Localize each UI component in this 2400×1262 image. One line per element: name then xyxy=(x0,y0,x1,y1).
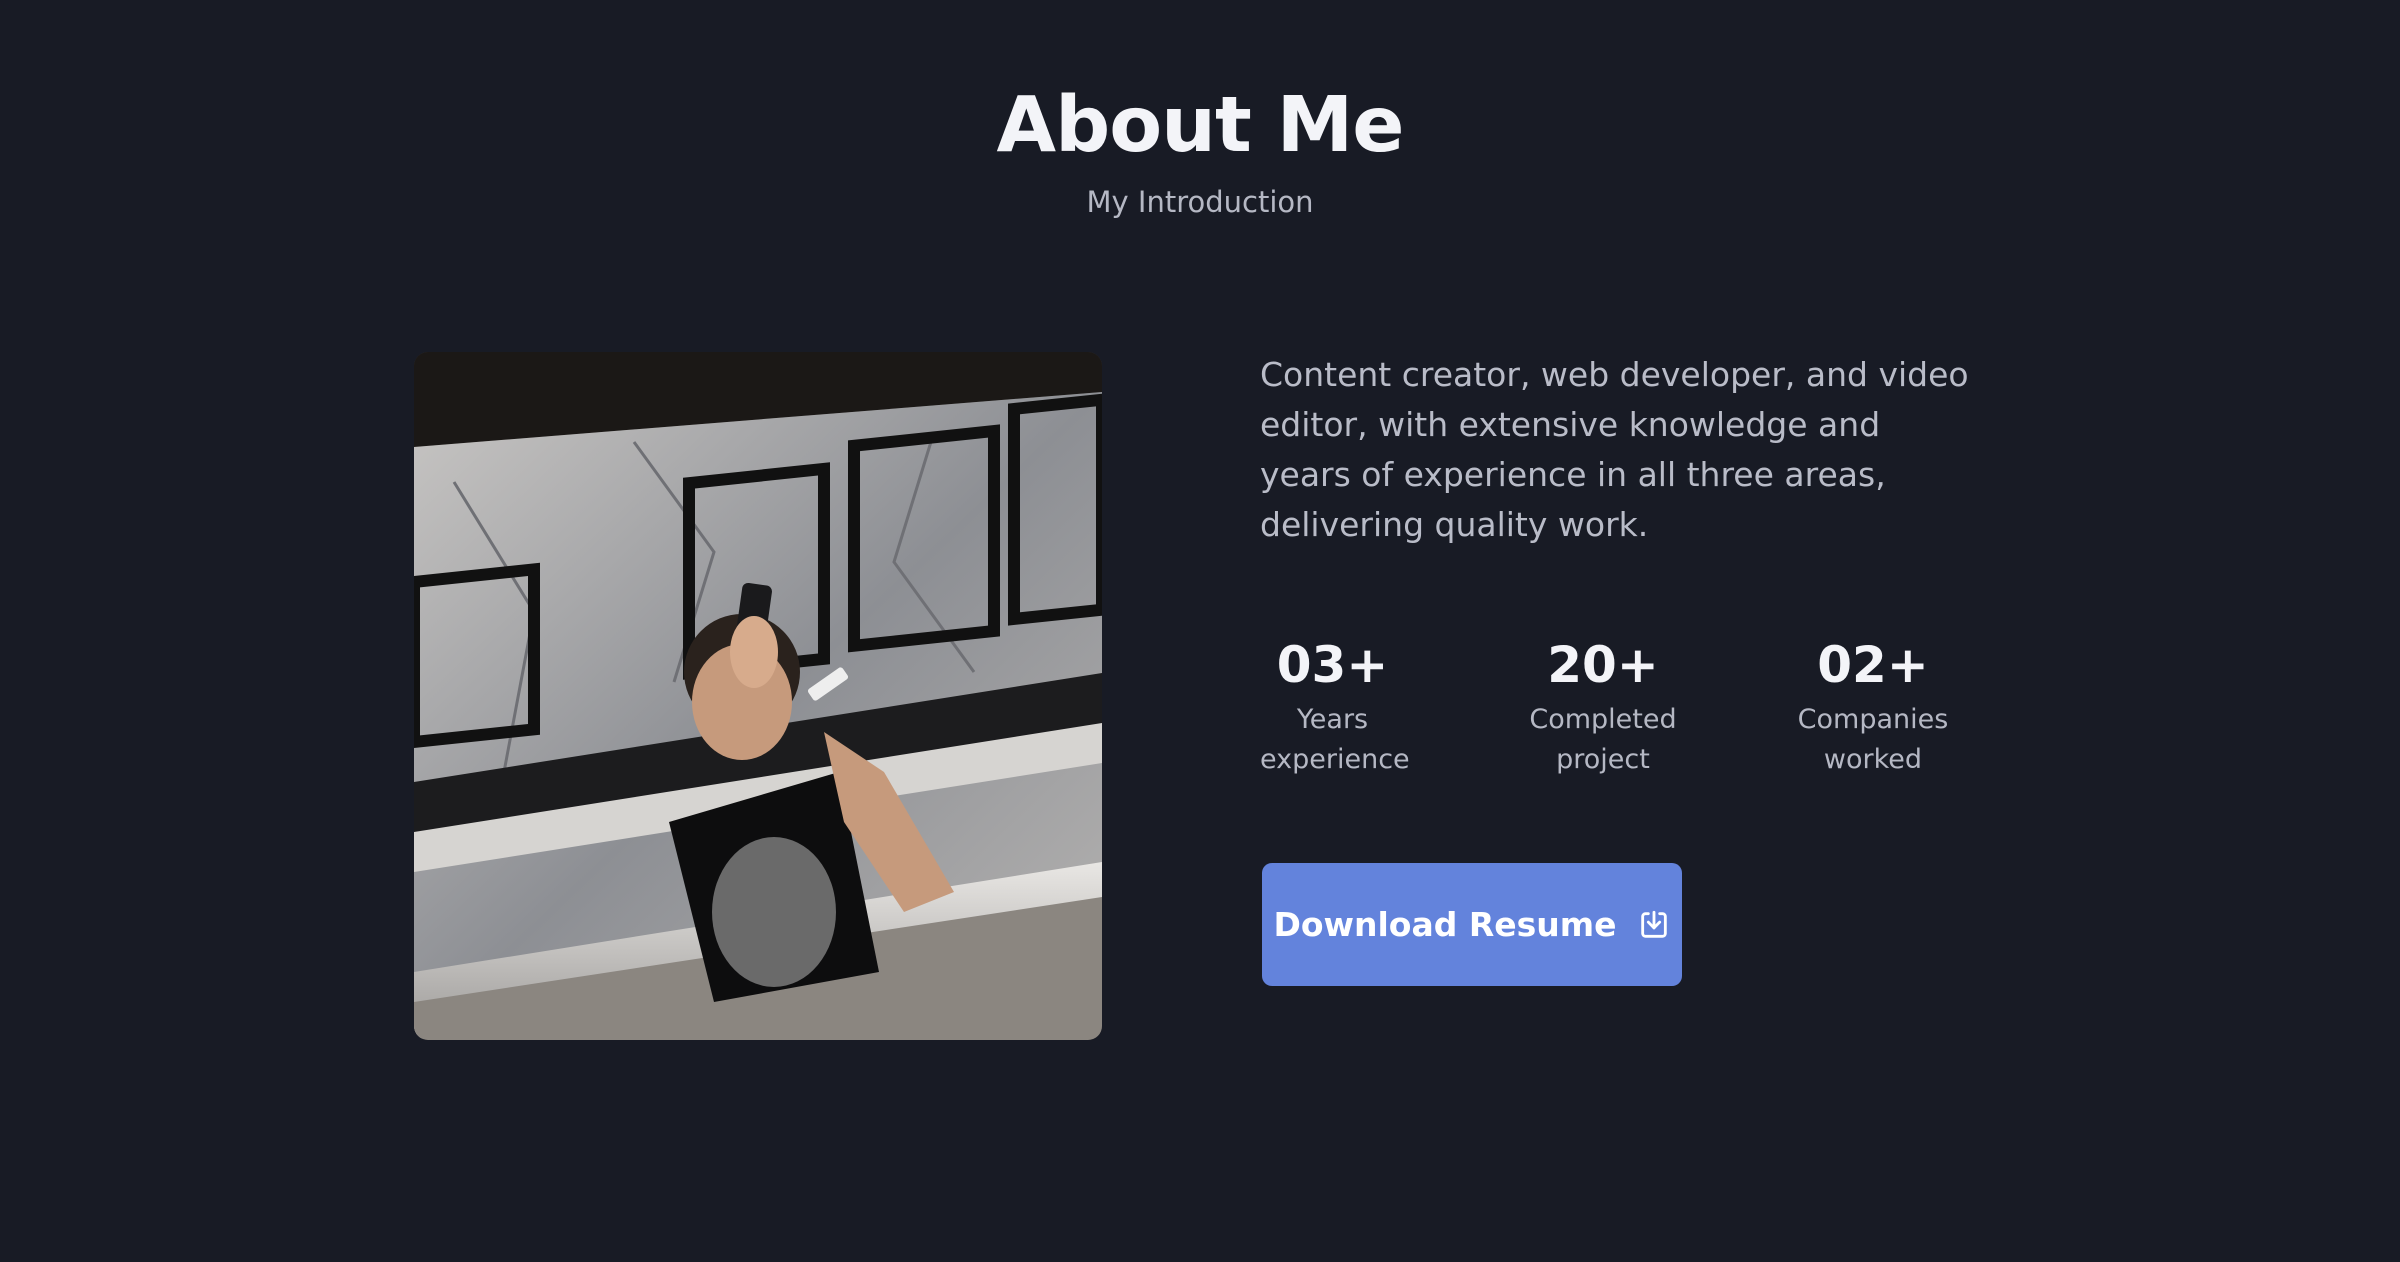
stat-label-line: Completed xyxy=(1529,704,1677,735)
page-subtitle: My Introduction xyxy=(1086,185,1314,219)
stat-label: Years experience xyxy=(1260,700,1410,780)
about-section: About Me My Introduction Content creator… xyxy=(0,0,2400,1262)
stat-label-line: worked xyxy=(1823,744,1923,775)
stat-value: 03+ xyxy=(1276,636,1389,694)
page-title: About Me xyxy=(996,81,1405,170)
profile-photo xyxy=(414,352,1102,1040)
stat-label-line: experience xyxy=(1260,744,1410,775)
stat-label: Completed project xyxy=(1518,700,1688,780)
stats-row: 03+ Years experience 20+ Completed proje… xyxy=(1260,630,1980,790)
stat-value: 02+ xyxy=(1817,636,1929,694)
stat-label-line: Companies xyxy=(1797,704,1949,735)
download-resume-label: Download Resume xyxy=(1273,905,1617,944)
stat-label-line: Years xyxy=(1296,704,1369,735)
stat-years-experience: 03+ Years experience xyxy=(1260,630,1410,780)
stat-completed-projects: 20+ Completed project xyxy=(1518,630,1688,780)
stat-value: 20+ xyxy=(1547,636,1659,694)
stat-companies-worked: 02+ Companies worked xyxy=(1788,630,1958,780)
about-description: Content creator, web developer, and vide… xyxy=(1260,355,1969,544)
download-resume-button[interactable]: Download Resume xyxy=(1262,863,1682,986)
download-icon xyxy=(1637,908,1671,942)
stat-label: Companies worked xyxy=(1788,700,1958,780)
stat-label-line: project xyxy=(1556,744,1650,775)
profile-photo-image xyxy=(414,352,1102,1040)
